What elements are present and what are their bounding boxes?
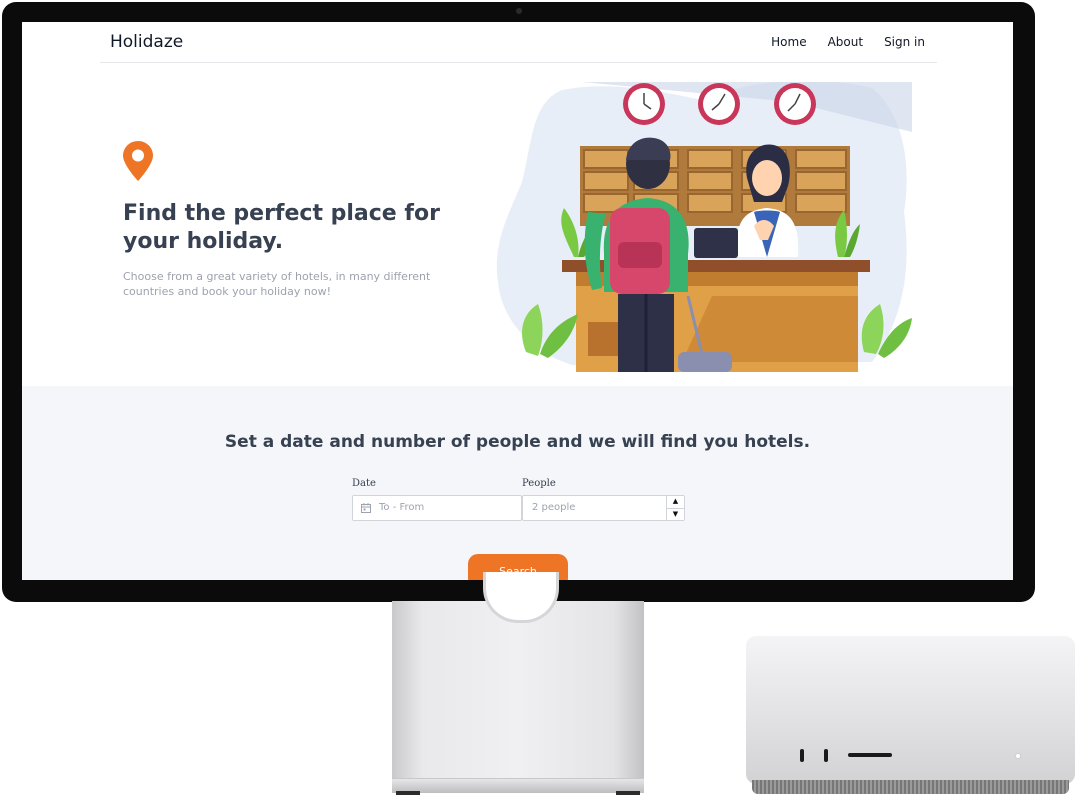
nav-about[interactable]: About bbox=[828, 35, 863, 49]
people-label: People bbox=[522, 478, 556, 489]
hotel-reception-illustration bbox=[496, 82, 912, 372]
people-placeholder: 2 people bbox=[532, 502, 576, 513]
camera bbox=[516, 8, 522, 14]
spinner-up-icon[interactable]: ▲ bbox=[667, 496, 684, 509]
browser-screen: Holidaze Home About Sign in Find the per… bbox=[22, 22, 1013, 580]
spinner-down-icon[interactable]: ▼ bbox=[667, 509, 684, 521]
nav-sign-in[interactable]: Sign in bbox=[884, 35, 925, 49]
search-title: Set a date and number of people and we w… bbox=[224, 432, 811, 452]
monitor-stand bbox=[392, 601, 644, 791]
nav-links: Home About Sign in bbox=[771, 35, 925, 49]
desktop-computer bbox=[746, 636, 1075, 784]
calendar-icon bbox=[361, 503, 371, 513]
map-pin-icon bbox=[123, 141, 153, 181]
brand-logo[interactable]: Holidaze bbox=[110, 32, 183, 52]
date-placeholder: To - From bbox=[379, 502, 425, 513]
sd-card-slot bbox=[848, 753, 892, 757]
stand-foot-left bbox=[396, 791, 420, 795]
computer-vent bbox=[752, 780, 1069, 794]
navbar: Holidaze Home About Sign in bbox=[100, 22, 937, 63]
date-label: Date bbox=[352, 478, 376, 489]
power-led bbox=[1016, 754, 1020, 758]
usb-c-port bbox=[800, 749, 804, 762]
date-range-input[interactable]: To - From bbox=[352, 495, 522, 521]
number-spinner: ▲ ▼ bbox=[666, 496, 684, 520]
search-section: Set a date and number of people and we w… bbox=[22, 386, 1013, 580]
hero-subtitle: Choose from a great variety of hotels, i… bbox=[123, 270, 431, 298]
hero-title: Find the perfect place for your holiday. bbox=[123, 201, 440, 254]
people-input[interactable]: 2 people ▲ ▼ bbox=[522, 495, 685, 521]
nav-home[interactable]: Home bbox=[771, 35, 806, 49]
stand-base bbox=[392, 778, 644, 793]
monitor-frame: Holidaze Home About Sign in Find the per… bbox=[2, 2, 1035, 602]
stand-foot-right bbox=[616, 791, 640, 795]
usb-c-port bbox=[824, 749, 828, 762]
